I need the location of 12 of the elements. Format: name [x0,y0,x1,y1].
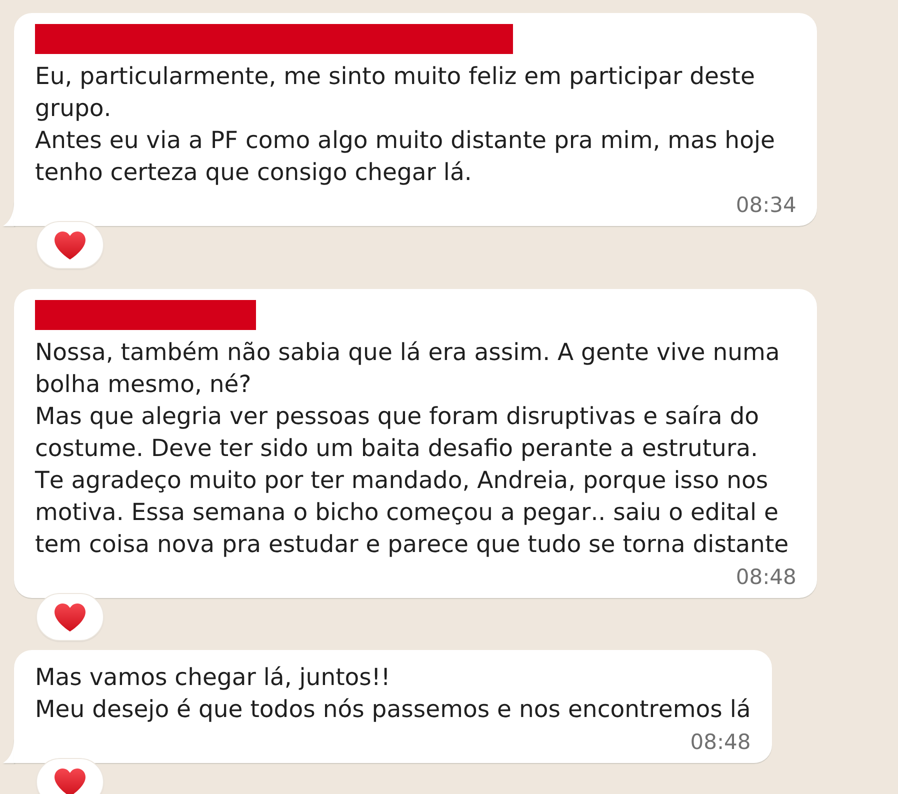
reaction-badge[interactable] [36,221,104,269]
message-text: Mas vamos chegar lá, juntos!! Meu desejo é que todos nós passemos e nos encontremos lá [35,662,751,725]
message-text: Nossa, também não sabia que lá era assim. A gente vive numa bolha mesmo, né? Mas que alegria ver pessoas que foram disruptivas e saíra do costume. Deve ter sido um baita desafio perante a estrutura. Te agradeço muito por ter mandado, Andreia, porque isso nos motiva. Essa semana o bicho começou a pegar.. saiu o edital e tem coisa nova pra estudar e parece que tudo se torna distante [35,337,790,560]
heart-icon [54,230,86,260]
message-text: Eu, particularmente, me sinto muito feliz em participar deste grupo. Antes eu via a PF como algo muito distante pra mim, mas hoje tenho certeza que consigo chegar lá. [35,61,776,188]
heart-icon [54,602,86,632]
reaction-badge[interactable] [36,758,104,794]
reaction-badge[interactable] [36,593,104,641]
message-time: 08:48 [690,731,751,753]
message-time: 08:48 [736,566,796,588]
message-time: 08:34 [736,194,796,216]
heart-icon [54,768,86,794]
